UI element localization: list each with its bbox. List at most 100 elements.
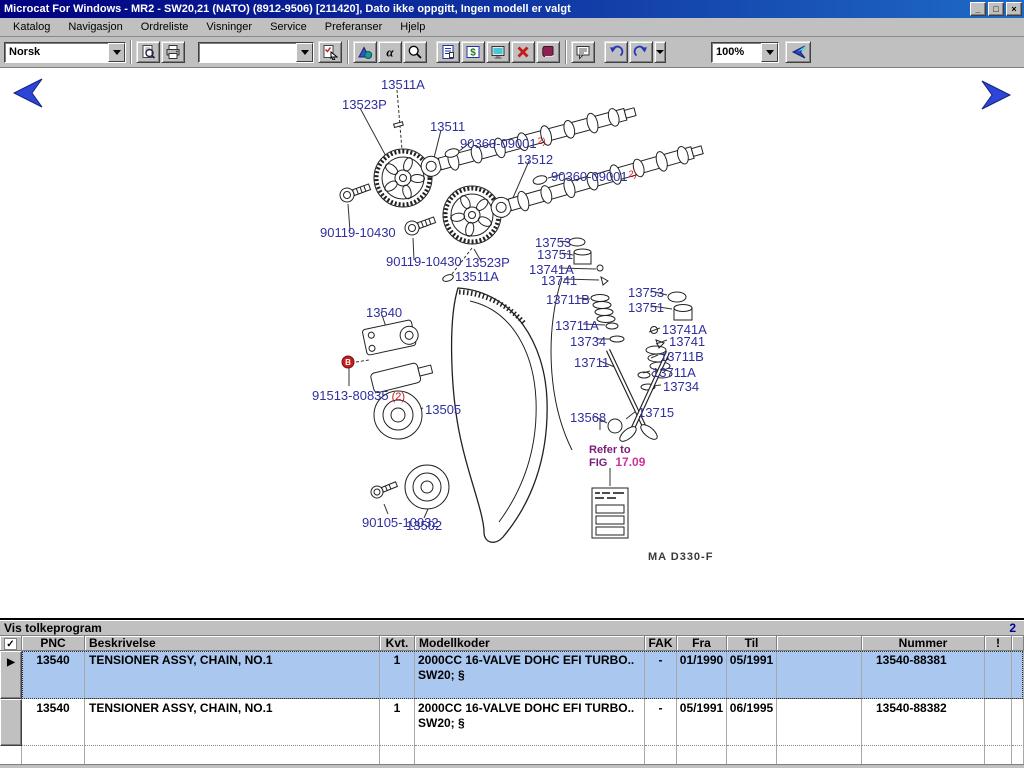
row-selector[interactable] — [0, 699, 22, 746]
part-label-13523p[interactable]: 13523P — [465, 256, 510, 269]
part-label-13568[interactable]: 13568 — [570, 411, 606, 424]
graphics-index-button[interactable] — [353, 41, 377, 63]
result-count: 2 — [1009, 621, 1016, 635]
column-header-pnc[interactable]: PNC — [22, 636, 85, 651]
graphics-icon — [357, 44, 373, 60]
quick-search-combobox[interactable] — [198, 42, 314, 63]
chevron-down-icon[interactable] — [761, 43, 778, 62]
cell — [1012, 651, 1024, 699]
back-button[interactable] — [785, 41, 811, 63]
part-label-13711[interactable]: 13711 — [574, 356, 609, 369]
previous-page-arrow[interactable] — [10, 76, 44, 110]
part-label-13734[interactable]: 13734 — [570, 335, 606, 348]
part-label-13502[interactable]: 13502 — [406, 519, 442, 532]
minimize-button[interactable]: _ — [970, 2, 986, 16]
part-label-90360-09001[interactable]: 90360-090012) — [551, 168, 637, 183]
part-label-13512[interactable]: 13512 — [517, 153, 553, 166]
titlebar: Microcat For Windows - MR2 - SW20,21 (NA… — [0, 0, 1024, 18]
book-button[interactable] — [536, 41, 560, 63]
zoom-combobox[interactable]: 100% — [711, 42, 779, 63]
back-icon — [789, 44, 807, 60]
undo-button[interactable] — [604, 41, 628, 63]
column-header-blank[interactable]: ✓ — [0, 636, 22, 651]
part-label-13711b[interactable]: 13711B — [660, 350, 704, 363]
table-empty-area — [0, 746, 1024, 764]
part-label-13715[interactable]: 13715 — [638, 406, 674, 419]
figure-code: MA D330-F — [648, 551, 713, 563]
part-label-13711a[interactable]: 13711A — [652, 366, 696, 379]
menu-visninger[interactable]: Visninger — [197, 19, 261, 35]
menu-service[interactable]: Service — [261, 19, 316, 35]
menu-navigasjon[interactable]: Navigasjon — [59, 19, 131, 35]
row-selector[interactable]: ▶ — [0, 651, 22, 699]
part-label-13505[interactable]: 13505 — [425, 403, 461, 416]
column-header-blank[interactable] — [1012, 636, 1024, 651]
part-label-13511a[interactable]: 13511A — [455, 270, 499, 283]
table-row[interactable]: ▶13540TENSIONER ASSY, CHAIN, NO.112000CC… — [0, 651, 1024, 699]
note-button[interactable] — [571, 41, 595, 63]
toolbar-separator — [347, 40, 349, 64]
part-label-90119-10430[interactable]: 90119-10430 — [320, 226, 396, 239]
print-preview-button[interactable] — [136, 41, 160, 63]
close-button[interactable]: × — [1006, 2, 1022, 16]
part-label-90119-10430[interactable]: 90119-10430 — [386, 255, 462, 268]
column-header-modellkoder[interactable]: Modellkoder — [415, 636, 645, 651]
column-header-kvt[interactable]: Kvt. — [380, 636, 415, 651]
toolbar-separator — [130, 40, 132, 64]
cell: TENSIONER ASSY, CHAIN, NO.1 — [85, 651, 380, 699]
part-label-13711a[interactable]: 13711A — [555, 319, 599, 332]
part-label-13751[interactable]: 13751 — [628, 301, 664, 314]
panel-title: Vis tolkeprogram — [4, 621, 102, 635]
delete-button[interactable] — [511, 41, 535, 63]
language-value: Norsk — [5, 43, 108, 62]
diagram-canvas: B 13511A13523P1351190360-090012)13512903… — [0, 68, 1024, 618]
maximize-button[interactable]: □ — [988, 2, 1004, 16]
part-label-13523p[interactable]: 13523P — [342, 98, 387, 111]
part-label-90360-09001[interactable]: 90360-090012) — [460, 135, 546, 150]
part-label-13734[interactable]: 13734 — [663, 380, 699, 393]
menu-ordreliste[interactable]: Ordreliste — [132, 19, 198, 35]
part-label-13511a[interactable]: 13511A — [381, 78, 425, 91]
parts-list-button[interactable] — [436, 41, 460, 63]
price-button[interactable]: $ — [461, 41, 485, 63]
part-label-13751[interactable]: 13751 — [537, 248, 573, 261]
print-button[interactable] — [161, 41, 185, 63]
column-header-blank[interactable] — [777, 636, 862, 651]
menu-katalog[interactable]: Katalog — [4, 19, 59, 35]
chevron-down-icon[interactable] — [296, 43, 313, 62]
table-row[interactable]: 13540TENSIONER ASSY, CHAIN, NO.112000CC … — [0, 699, 1024, 746]
select-all-checkbox[interactable]: ✓ — [4, 638, 17, 650]
cell: - — [645, 699, 677, 746]
svg-text:$: $ — [470, 48, 476, 59]
part-label-91513-80835[interactable]: 91513-80835(2) — [312, 389, 405, 404]
part-label-13511[interactable]: 13511 — [430, 120, 465, 133]
part-label-13741[interactable]: 13741 — [669, 335, 705, 348]
chevron-down-icon[interactable] — [108, 43, 125, 62]
cell — [777, 651, 862, 699]
alpha-index-button[interactable]: α — [378, 41, 402, 63]
part-label-13711b[interactable]: 13711B — [546, 293, 590, 306]
redo-dropdown-button[interactable] — [654, 41, 666, 63]
interpret-button[interactable] — [318, 41, 342, 63]
part-label-13741[interactable]: 13741 — [541, 274, 577, 287]
column-header-[interactable]: ! — [985, 636, 1012, 651]
menu-hjelp[interactable]: Hjelp — [391, 19, 434, 35]
cell: 13540 — [22, 651, 85, 699]
screen-button[interactable] — [486, 41, 510, 63]
column-header-fak[interactable]: FAK — [645, 636, 677, 651]
part-label-13540[interactable]: 13540 — [366, 306, 402, 319]
callout-b-marker: B — [342, 356, 354, 368]
redo-button[interactable] — [629, 41, 653, 63]
redo-icon — [633, 44, 649, 60]
menu-preferanser[interactable]: Preferanser — [316, 19, 391, 35]
column-header-beskrivelse[interactable]: Beskrivelse — [85, 636, 380, 651]
column-header-til[interactable]: Til — [727, 636, 777, 651]
cell: 13540-88381 — [862, 651, 985, 699]
delete-icon — [515, 44, 531, 60]
language-combobox[interactable]: Norsk — [4, 42, 126, 63]
zoom-tool-button[interactable] — [403, 41, 427, 63]
column-header-fra[interactable]: Fra — [677, 636, 727, 651]
next-page-arrow[interactable] — [980, 78, 1014, 112]
part-label-13753[interactable]: 13753 — [628, 286, 664, 299]
column-header-nummer[interactable]: Nummer — [862, 636, 985, 651]
